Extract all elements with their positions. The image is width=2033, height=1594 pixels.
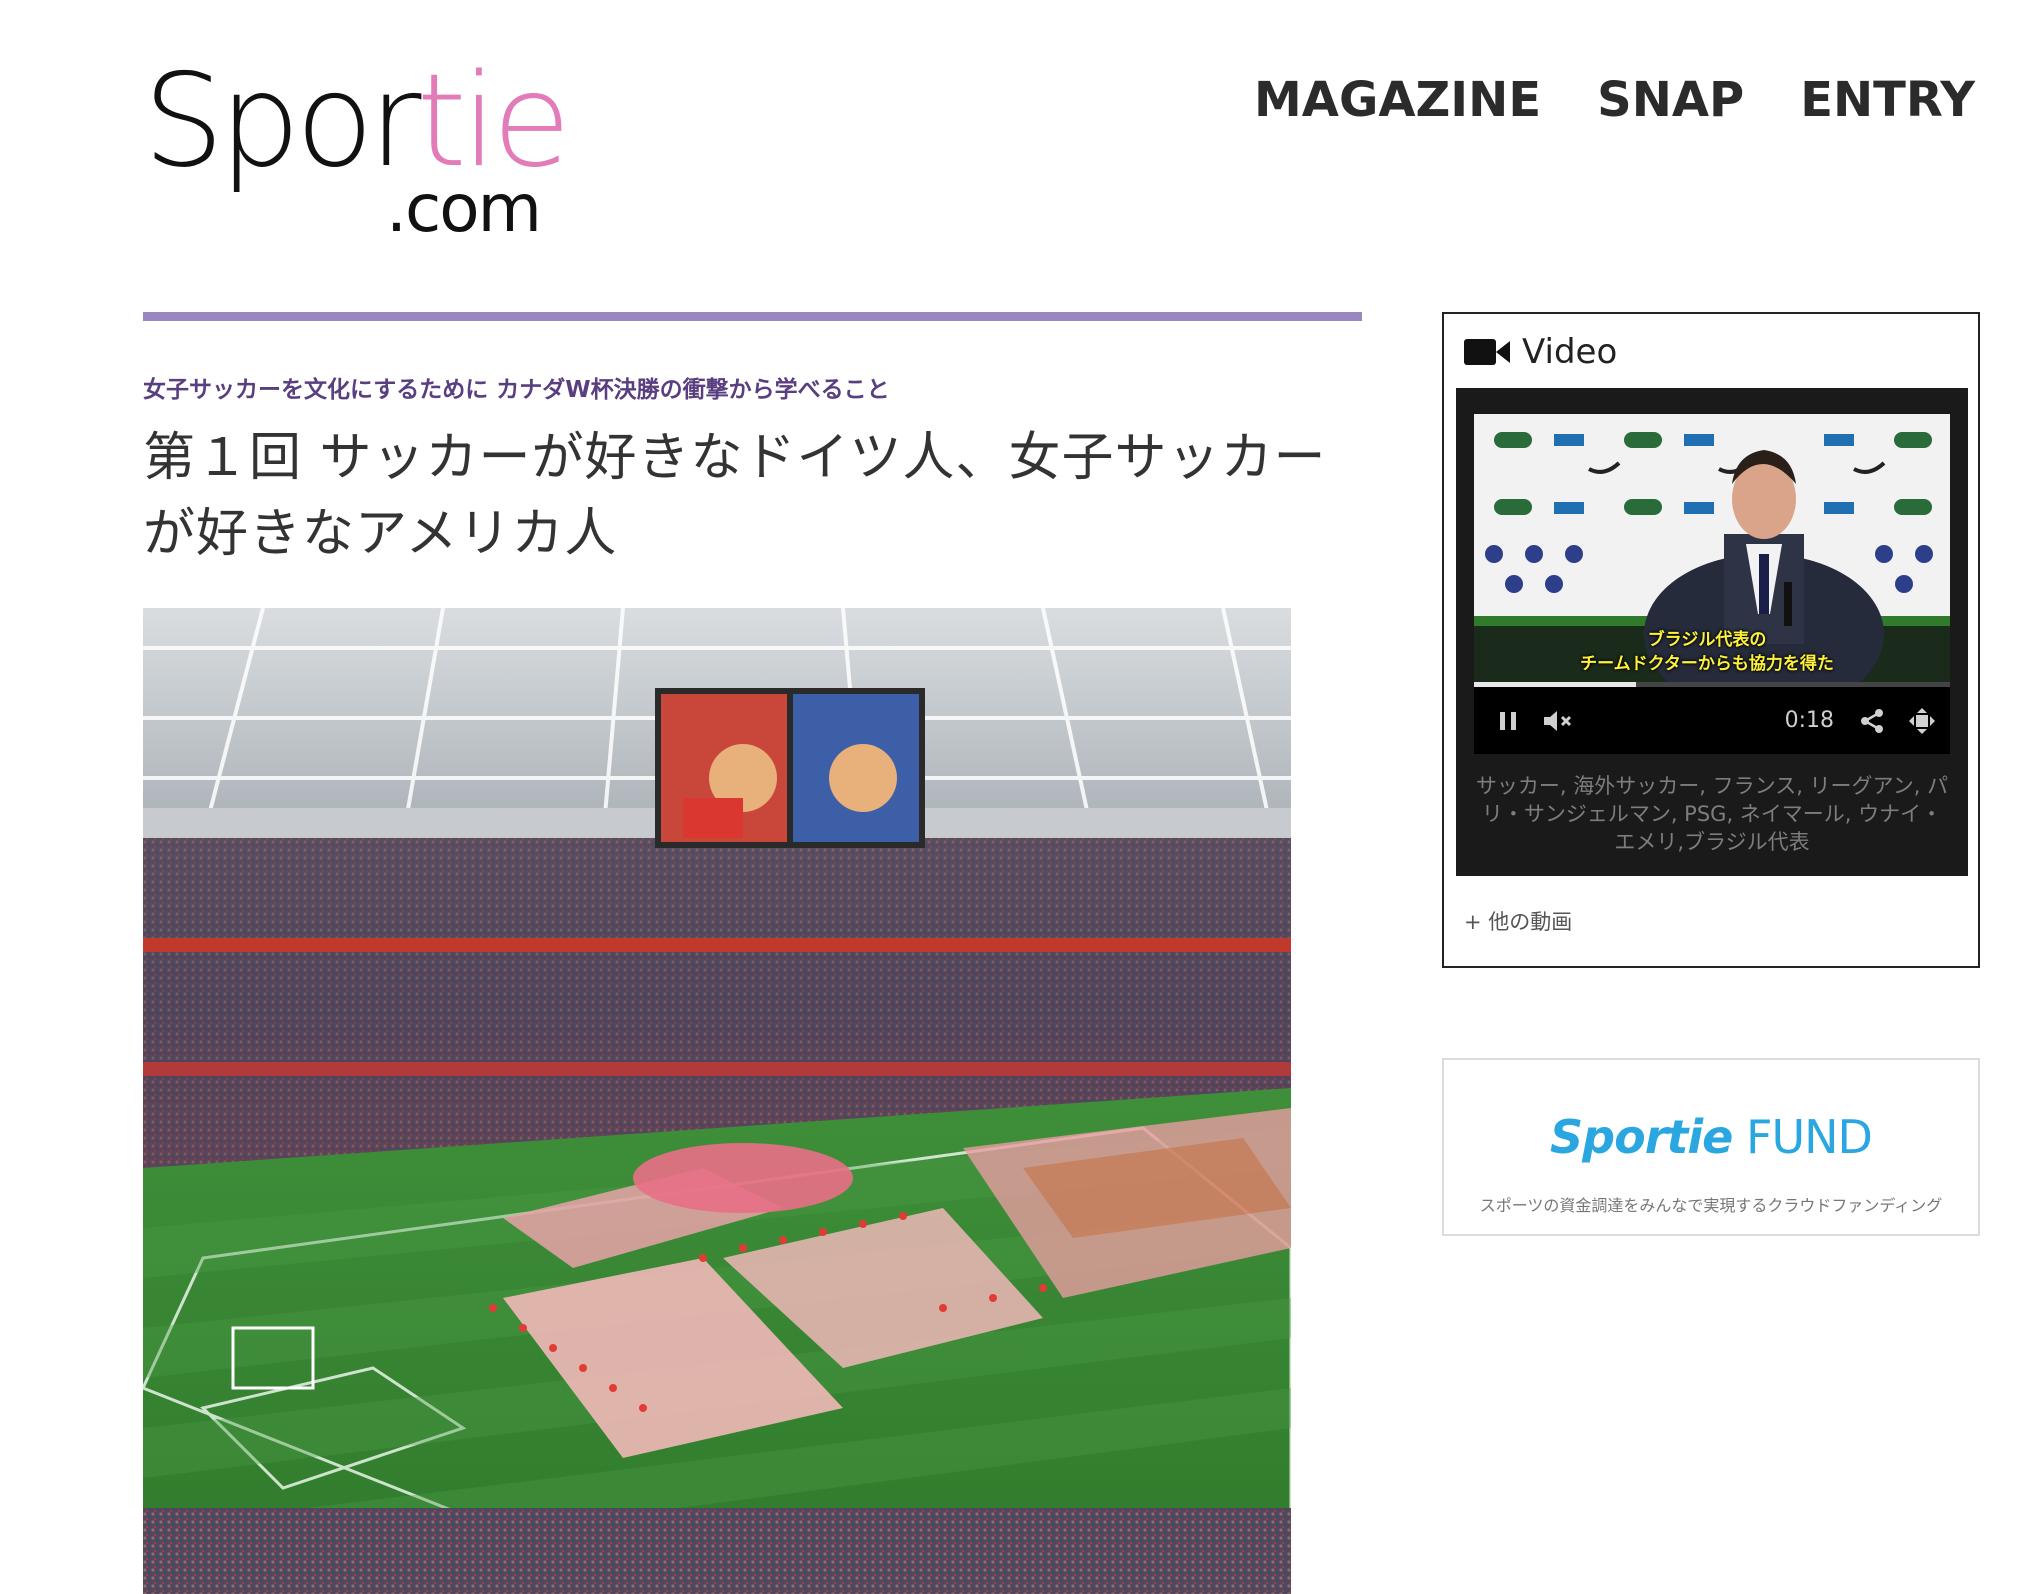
fund-logo: Sportie FUND	[1550, 1110, 1873, 1164]
nav-snap[interactable]: SNAP	[1597, 72, 1744, 128]
hero-image	[143, 608, 1291, 1594]
more-videos-link[interactable]: + 他の動画	[1464, 906, 1572, 936]
sportie-fund-banner[interactable]: Sportie FUND スポーツの資金調達をみんなで実現するクラウドファンディ…	[1442, 1058, 1980, 1236]
video-widget-title: Video	[1522, 332, 1618, 372]
pause-icon[interactable]	[1494, 707, 1522, 735]
video-time: 0:18	[1784, 708, 1834, 733]
video-camera-icon	[1464, 339, 1510, 365]
video-widget: Video ブラジル代表の チームドクターからも協力を得た 0:18 サッカー,…	[1442, 312, 1980, 968]
logo-domain: .com	[386, 170, 542, 247]
mute-icon[interactable]	[1542, 707, 1574, 735]
video-tags: サッカー, 海外サッカー, フランス, リーグアン, パリ・サンジェルマン, P…	[1475, 774, 1949, 854]
video-frame: ブラジル代表の チームドクターからも協力を得た 0:18 サッカー, 海外サッカ…	[1456, 388, 1968, 876]
stadium-photo	[143, 608, 1291, 1594]
nav-magazine[interactable]: MAGAZINE	[1254, 72, 1541, 128]
video-widget-header: Video	[1464, 332, 1617, 372]
video-screen[interactable]: ブラジル代表の チームドクターからも協力を得た	[1474, 414, 1950, 682]
fullscreen-icon[interactable]	[1908, 707, 1936, 735]
series-title[interactable]: 女子サッカーを文化にするために カナダW杯決勝の衝撃から学べること	[143, 370, 890, 404]
main-nav: MAGAZINE SNAP ENTRY	[1254, 72, 1975, 128]
video-subtitle: ブラジル代表の チームドクターからも協力を得た	[1580, 630, 1834, 674]
site-logo[interactable]: Sportie .com	[143, 58, 603, 243]
video-controls: 0:18	[1474, 687, 1950, 754]
logo-wordmark: Sportie	[143, 47, 571, 196]
fund-tagline: スポーツの資金調達をみんなで実現するクラウドファンディング	[1479, 1196, 1943, 1215]
article-title: 第１回 サッカーが好きなドイツ人、女子サッカーが好きなアメリカ人	[143, 428, 1327, 564]
video-player[interactable]: ブラジル代表の チームドクターからも協力を得た 0:18	[1474, 414, 1950, 754]
share-icon[interactable]	[1858, 707, 1886, 735]
nav-entry[interactable]: ENTRY	[1800, 72, 1975, 128]
article-accent-rule	[143, 312, 1362, 321]
